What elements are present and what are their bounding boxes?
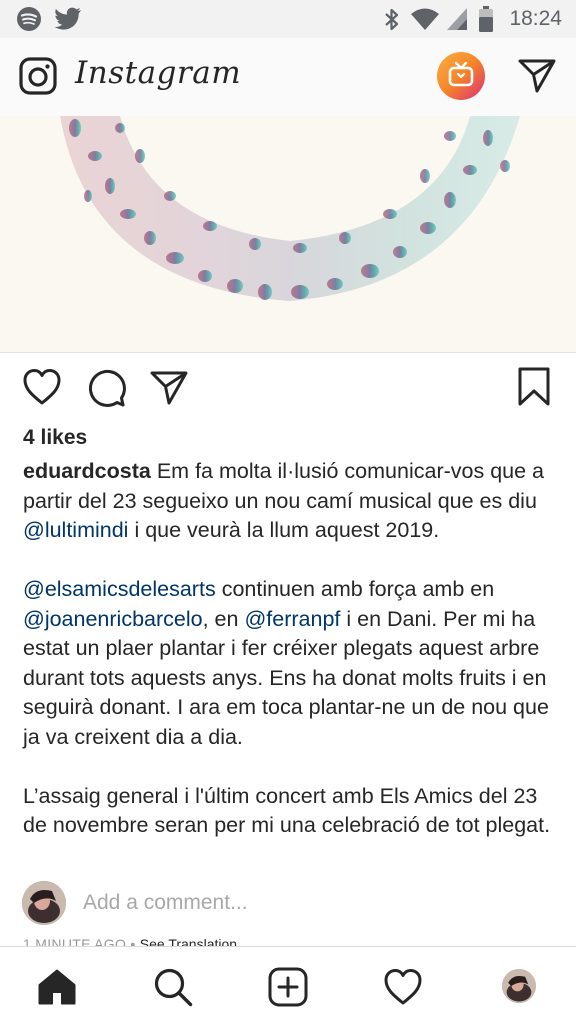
comment-icon[interactable]	[86, 368, 126, 408]
post-illustration	[60, 116, 520, 301]
app-header: Instagram	[0, 38, 576, 117]
camera-icon[interactable]	[19, 57, 57, 95]
caption-paragraph-3: L’assaig general i l'últim concert amb E…	[23, 782, 558, 841]
avatar-image	[22, 881, 66, 925]
twitter-icon	[54, 7, 81, 30]
caption-text: continuen amb força amb en	[221, 577, 495, 601]
instagram-logo: Instagram	[75, 55, 242, 91]
mention-link[interactable]: @joanenricbarcelo	[23, 607, 203, 631]
profile-avatar-image	[502, 969, 536, 1003]
clock: 18:24	[509, 7, 562, 30]
caption-username[interactable]: eduardcosta	[23, 459, 151, 483]
home-icon[interactable]	[38, 969, 76, 1005]
igtv-icon[interactable]	[436, 51, 486, 101]
likes-count[interactable]: 4 likes	[23, 426, 87, 450]
add-post-icon[interactable]	[268, 967, 308, 1007]
spotify-icon	[17, 7, 41, 31]
activity-icon[interactable]	[383, 968, 423, 1006]
mention-link[interactable]: @elsamicsdelesarts	[23, 577, 216, 601]
bluetooth-icon	[385, 8, 399, 31]
search-icon[interactable]	[153, 967, 193, 1007]
share-icon[interactable]	[149, 370, 189, 406]
mention-link[interactable]: @ferranpf	[244, 607, 340, 631]
caption-text: L’assaig general i l'últim concert amb E…	[23, 783, 551, 838]
comment-input[interactable]: Add a comment...	[83, 891, 248, 915]
bottom-nav	[0, 946, 576, 1025]
status-bar: 18:24	[0, 0, 576, 38]
bookmark-icon[interactable]	[517, 367, 551, 407]
caption-paragraph-2: @elsamicsdelesarts continuen amb força a…	[23, 575, 558, 752]
caption-paragraph-1: eduardcosta Em fa molta il·lusió comunic…	[23, 457, 558, 546]
caption-text: , en	[202, 606, 239, 631]
mention-link[interactable]: @lultimindi	[23, 518, 128, 542]
avatar[interactable]	[22, 881, 66, 925]
caption-text: i que veurà la llum aquest 2019.	[134, 518, 440, 542]
heart-icon[interactable]	[22, 368, 62, 406]
wifi-icon	[411, 8, 439, 30]
battery-icon	[479, 6, 493, 32]
signal-icon	[447, 8, 467, 30]
post-image[interactable]	[0, 116, 576, 353]
post-caption: eduardcosta Em fa molta il·lusió comunic…	[23, 457, 558, 870]
profile-avatar[interactable]	[502, 969, 536, 1003]
direct-message-icon[interactable]	[517, 58, 557, 94]
